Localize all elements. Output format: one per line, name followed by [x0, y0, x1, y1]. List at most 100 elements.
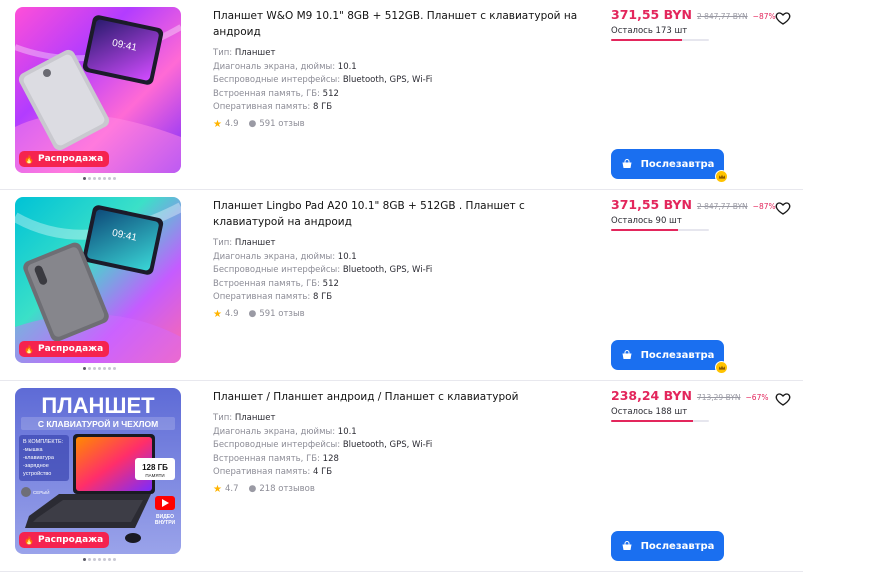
price-block: 371,55 BYN 2 847,77 BYN −87% Осталось 90… [611, 197, 776, 231]
rating-row[interactable]: ★ 4.7 ● 218 отзывов [213, 484, 593, 495]
promo-memory: 128 ГБ [142, 463, 168, 472]
promo-color: СЕРЫЙ [33, 488, 49, 495]
fire-icon: 🔥 [24, 154, 34, 164]
attr-row: Беспроводные интерфейсы: Bluetooth, GPS,… [213, 75, 433, 85]
heart-icon[interactable] [775, 391, 791, 407]
attr-row: Тип: Планшет [213, 48, 276, 58]
current-price: 238,24 BYN [611, 388, 692, 403]
product-title[interactable]: Планшет Lingbo Pad A20 10.1" 8GB + 512GB… [213, 198, 593, 230]
product-attributes: Тип: Планшет Диагональ экрана, дюймы: 10… [213, 412, 593, 480]
promo-kit-line: -зарядное [23, 463, 49, 469]
cart-icon [622, 159, 632, 168]
promo-kit-line: -мышка [23, 447, 44, 453]
rating-row[interactable]: ★ 4.9 ● 591 отзыв [213, 309, 593, 320]
discount-percent: −67% [745, 393, 769, 402]
old-price: 2 847,77 BYN [696, 12, 748, 21]
buy-button[interactable]: Послезавтра [611, 531, 724, 561]
rating-value: 4.9 [224, 309, 239, 319]
reviews-count: 218 отзывов [259, 484, 315, 494]
reviews-count: 591 отзыв [259, 309, 305, 319]
reviews-count: 591 отзыв [259, 119, 305, 129]
attr-row: Встроенная память, ГБ: 128 [213, 453, 339, 464]
sale-badge-label: Распродажа [37, 535, 104, 545]
product-card: 09:41 🔥 Распродажа Планшет Lingbo Pad A2… [0, 190, 803, 381]
product-image[interactable]: 09:41 🔥 Распродажа [15, 7, 181, 173]
attr-row: Беспроводные интерфейсы: Bluetooth, GPS,… [213, 440, 433, 450]
attr-row: Диагональ экрана, дюймы: 10.1 [213, 426, 357, 437]
product-image[interactable]: 09:41 🔥 Распродажа [15, 197, 181, 363]
sale-badge-label: Распродажа [37, 154, 104, 164]
stock-bar [611, 229, 709, 231]
chat-bubble-icon: ● [248, 119, 257, 129]
promo-headline: ПЛАНШЕТ [41, 393, 155, 418]
promo-video-sub: ВНУТРИ [155, 520, 176, 526]
product-info: Планшет Lingbo Pad A20 10.1" 8GB + 512GB… [213, 198, 593, 320]
sale-badge-label: Распродажа [37, 344, 104, 354]
product-attributes: Тип: Планшет Диагональ экрана, дюймы: 10… [213, 47, 593, 115]
stock-bar [611, 39, 709, 41]
attr-row: Оперативная память: 8 ГБ [213, 292, 333, 302]
product-card: ПЛАНШЕТ С КЛАВИАТУРОЙ И ЧЕХЛОМ В КОМПЛЕК… [0, 381, 803, 572]
discount-percent: −87% [752, 202, 776, 211]
image-pager-dots[interactable] [83, 177, 116, 180]
buy-button[interactable]: Послезавтра [611, 149, 728, 183]
attr-row: Тип: Планшет [213, 238, 276, 248]
discount-percent: −87% [752, 12, 776, 21]
fire-icon: 🔥 [24, 535, 34, 545]
product-card: 09:41 🔥 Распродажа Планшет W&O M9 10.1" … [0, 0, 803, 190]
attr-row: Оперативная память: 4 ГБ [213, 467, 333, 477]
cart-icon [622, 350, 632, 359]
heart-icon[interactable] [775, 10, 791, 26]
heart-icon[interactable] [775, 200, 791, 216]
attr-row: Встроенная память, ГБ: 512 [213, 278, 339, 289]
attr-row: Тип: Планшет [213, 413, 276, 423]
stock-bar [611, 420, 709, 422]
promo-subline: С КЛАВИАТУРОЙ И ЧЕХЛОМ [38, 418, 158, 429]
old-price: 713,29 BYN [696, 393, 741, 402]
image-pager-dots[interactable] [83, 367, 116, 370]
attr-row: Оперативная память: 8 ГБ [213, 102, 333, 112]
image-pager-dots[interactable] [83, 558, 116, 561]
price-block: 371,55 BYN 2 847,77 BYN −87% Осталось 17… [611, 7, 776, 41]
stock-left: Осталось 188 шт [611, 407, 688, 417]
product-title[interactable]: Планшет / Планшет андроид / Планшет с кл… [213, 389, 593, 405]
cart-icon [622, 541, 632, 550]
crown-icon [715, 361, 728, 374]
product-attributes: Тип: Планшет Диагональ экрана, дюймы: 10… [213, 237, 593, 305]
star-icon: ★ [213, 118, 222, 130]
promo-kit-line: устройство [23, 470, 51, 477]
rating-row[interactable]: ★ 4.9 ● 591 отзыв [213, 119, 593, 130]
promo-memory-sub: ПАМЯТИ [145, 473, 164, 478]
product-title[interactable]: Планшет W&O M9 10.1" 8GB + 512GB. Планше… [213, 8, 593, 40]
buy-button-label: Послезавтра [640, 349, 715, 361]
rating-value: 4.7 [224, 484, 239, 494]
promo-kit-line: -клавиатура [23, 455, 55, 461]
star-icon: ★ [213, 483, 222, 495]
attr-row: Диагональ экрана, дюймы: 10.1 [213, 61, 357, 72]
tablet-photo: 09:41 [15, 197, 181, 363]
current-price: 371,55 BYN [611, 197, 692, 212]
current-price: 371,55 BYN [611, 7, 692, 22]
chat-bubble-icon: ● [248, 309, 257, 319]
product-image[interactable]: ПЛАНШЕТ С КЛАВИАТУРОЙ И ЧЕХЛОМ В КОМПЛЕК… [15, 388, 181, 554]
product-info: Планшет / Планшет андроид / Планшет с кл… [213, 389, 593, 495]
attr-row: Диагональ экрана, дюймы: 10.1 [213, 251, 357, 262]
old-price: 2 847,77 BYN [696, 202, 748, 211]
sale-badge: 🔥 Распродажа [19, 341, 110, 357]
stock-left: Осталось 173 шт [611, 26, 688, 36]
attr-row: Беспроводные интерфейсы: Bluetooth, GPS,… [213, 265, 433, 275]
fire-icon: 🔥 [24, 344, 34, 354]
price-block: 238,24 BYN 713,29 BYN −67% Осталось 188 … [611, 388, 771, 422]
chat-bubble-icon: ● [248, 484, 257, 494]
sale-badge: 🔥 Распродажа [19, 151, 110, 167]
product-info: Планшет W&O M9 10.1" 8GB + 512GB. Планше… [213, 8, 593, 130]
buy-button-label: Послезавтра [640, 158, 715, 170]
tablet-photo: 09:41 [15, 7, 181, 173]
promo-kit-line: В КОМПЛЕКТЕ: [23, 439, 64, 445]
star-icon: ★ [213, 308, 222, 320]
buy-button[interactable]: Послезавтра [611, 340, 728, 374]
sale-badge: 🔥 Распродажа [19, 532, 110, 548]
rating-value: 4.9 [224, 119, 239, 129]
attr-row: Встроенная память, ГБ: 512 [213, 88, 339, 99]
promo-banner-image: ПЛАНШЕТ С КЛАВИАТУРОЙ И ЧЕХЛОМ В КОМПЛЕК… [15, 388, 181, 554]
